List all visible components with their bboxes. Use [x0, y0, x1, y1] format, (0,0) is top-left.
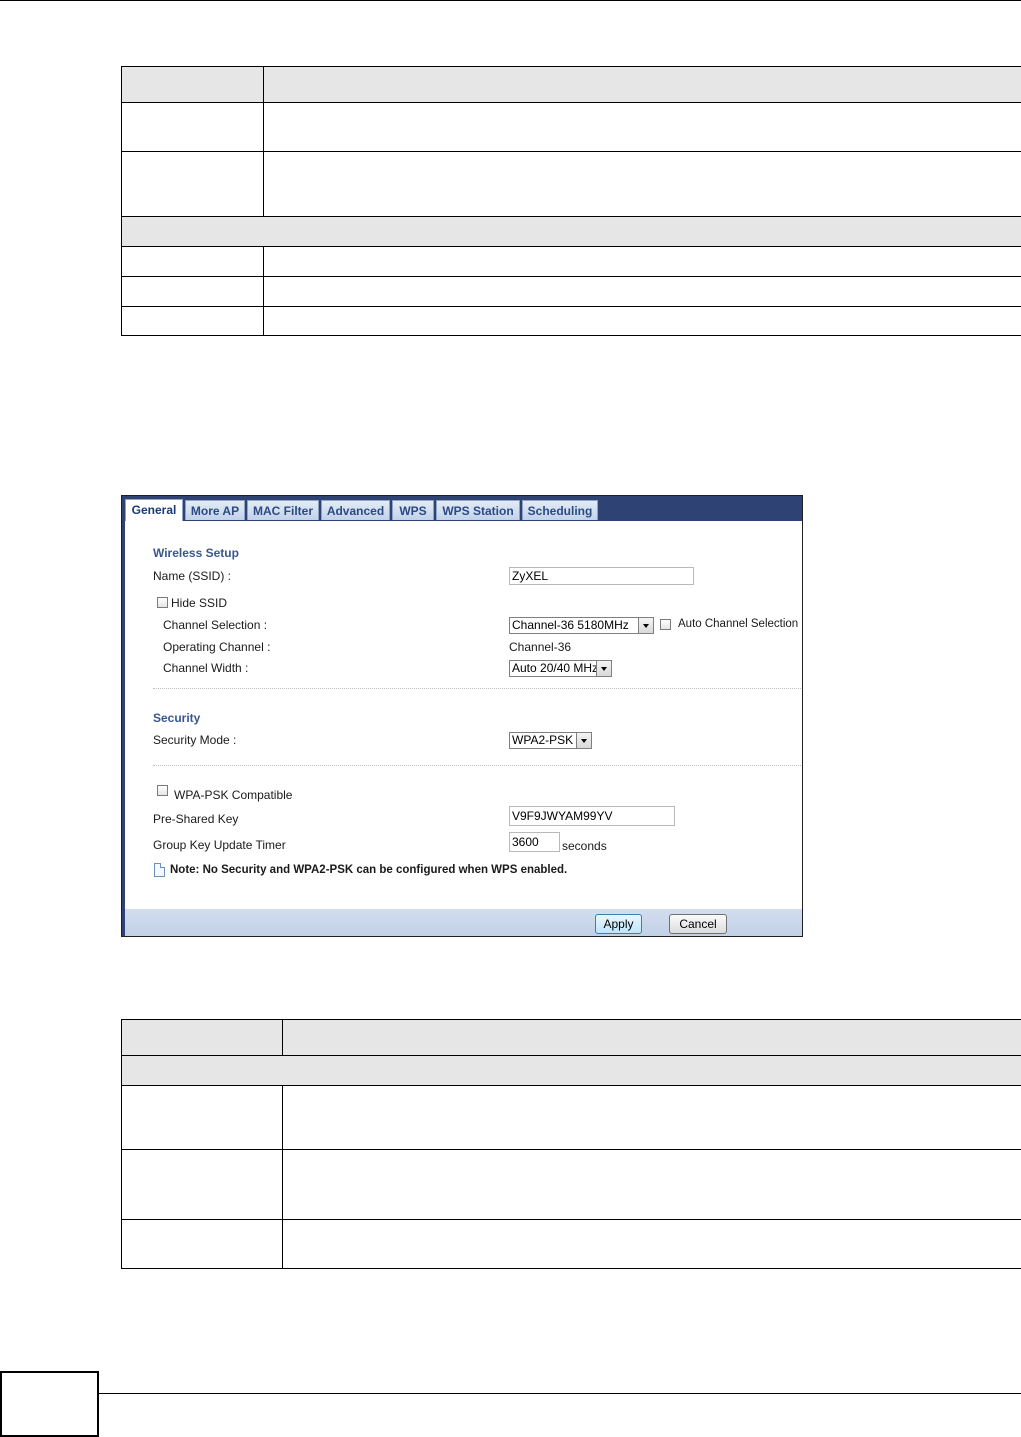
chevron-down-icon — [638, 618, 653, 633]
table-cell — [121, 102, 264, 152]
table-cell — [121, 1055, 1021, 1086]
table-row — [121, 1219, 1021, 1269]
table-cell — [121, 151, 264, 217]
cancel-button[interactable]: Cancel — [669, 914, 727, 934]
table-cell — [121, 306, 264, 336]
pre-shared-key-label: Pre-Shared Key — [153, 812, 239, 826]
tab-wps-station[interactable]: WPS Station — [436, 500, 520, 520]
table-cell — [121, 276, 264, 307]
table-section-row — [121, 1055, 1021, 1086]
tab-content: Wireless Setup Name (SSID) : Hide SSID C… — [125, 521, 802, 909]
table-row — [121, 246, 1021, 277]
table-header-cell — [282, 1019, 1021, 1056]
description-table-top — [121, 66, 1021, 336]
section-divider — [153, 688, 802, 689]
table-header-cell — [121, 66, 264, 103]
channel-width-label: Channel Width : — [163, 661, 249, 675]
chevron-down-icon — [596, 661, 611, 676]
page-number-box — [0, 1371, 99, 1437]
button-bar: Apply Cancel — [125, 909, 802, 936]
security-mode-value: WPA2-PSK — [512, 733, 574, 747]
table-row — [121, 151, 1021, 217]
wpa-psk-compatible-checkbox[interactable] — [157, 785, 168, 796]
tab-scheduling[interactable]: Scheduling — [522, 500, 598, 520]
group-key-timer-input[interactable] — [509, 832, 560, 852]
footer-rule — [0, 1393, 1021, 1394]
wireless-general-screen: General More AP MAC Filter Advanced WPS … — [121, 495, 803, 937]
table-cell — [282, 1219, 1021, 1269]
table-cell — [263, 306, 1021, 336]
table-row — [121, 306, 1021, 336]
group-key-timer-unit: seconds — [562, 839, 607, 853]
channel-selection-value: Channel-36 5180MHz — [512, 618, 629, 632]
table-cell — [121, 1219, 283, 1269]
table-cell — [282, 1149, 1021, 1220]
security-mode-label: Security Mode : — [153, 733, 237, 747]
pre-shared-key-input[interactable] — [509, 806, 675, 826]
wpa-psk-compatible-label: WPA-PSK Compatible — [174, 788, 293, 802]
table-cell — [263, 246, 1021, 277]
table-cell — [263, 151, 1021, 217]
apply-button[interactable]: Apply — [595, 914, 642, 934]
hide-ssid-label: Hide SSID — [171, 596, 228, 610]
table-row — [121, 276, 1021, 307]
auto-channel-label: Auto Channel Selection — [678, 618, 799, 630]
table-section-row — [121, 216, 1021, 247]
table-cell — [121, 1085, 283, 1150]
section-divider — [153, 765, 802, 766]
table-header-cell — [121, 1019, 283, 1056]
wireless-setup-heading: Wireless Setup — [153, 546, 239, 560]
security-mode-select[interactable]: WPA2-PSK — [509, 732, 592, 749]
security-heading: Security — [153, 711, 201, 725]
description-table-bottom — [121, 1019, 1021, 1269]
chevron-down-icon — [576, 733, 591, 748]
table-cell — [121, 1149, 283, 1220]
auto-channel-checkbox[interactable] — [660, 619, 671, 630]
operating-channel-label: Operating Channel : — [163, 640, 271, 654]
tab-bar: General More AP MAC Filter Advanced WPS … — [122, 496, 802, 521]
table-cell — [121, 246, 264, 277]
table-row — [121, 1085, 1021, 1150]
tab-wps[interactable]: WPS — [392, 500, 434, 520]
table-cell — [263, 276, 1021, 307]
ssid-input[interactable] — [509, 567, 694, 585]
tab-general[interactable]: General — [125, 499, 183, 521]
table-cell — [282, 1085, 1021, 1150]
table-row — [121, 102, 1021, 152]
tab-more-ap[interactable]: More AP — [185, 500, 245, 520]
table-row — [121, 1149, 1021, 1220]
operating-channel-value: Channel-36 — [509, 640, 572, 654]
table-cell — [121, 216, 1021, 247]
header-rule — [0, 0, 1021, 1]
hide-ssid-checkbox[interactable] — [157, 597, 168, 608]
channel-width-value: Auto 20/40 MHz — [512, 661, 599, 675]
table-header-cell — [263, 66, 1021, 103]
channel-width-select[interactable]: Auto 20/40 MHz — [509, 660, 612, 677]
table-header-row — [121, 1019, 1021, 1056]
channel-selection-select[interactable]: Channel-36 5180MHz — [509, 617, 654, 634]
tab-mac-filter[interactable]: MAC Filter — [247, 500, 319, 520]
wps-note: Note: No Security and WPA2-PSK can be co… — [170, 864, 568, 876]
channel-selection-label: Channel Selection : — [163, 618, 268, 632]
ssid-label: Name (SSID) : — [153, 569, 232, 583]
note-icon — [154, 863, 165, 877]
table-cell — [263, 102, 1021, 152]
table-header-row — [121, 66, 1021, 103]
tab-advanced[interactable]: Advanced — [321, 500, 390, 520]
group-key-timer-label: Group Key Update Timer — [153, 838, 286, 852]
